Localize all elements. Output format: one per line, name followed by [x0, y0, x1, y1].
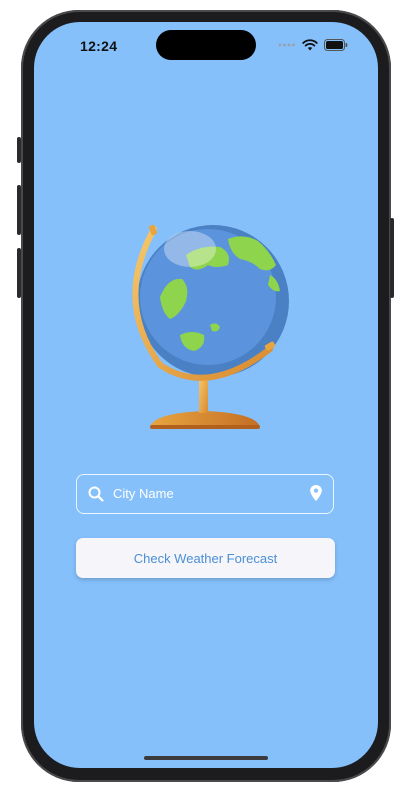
globe-illustration: [132, 224, 289, 429]
mute-switch: [17, 137, 21, 163]
city-name-input[interactable]: [113, 475, 303, 512]
search-icon: [88, 486, 104, 502]
dynamic-island: [156, 30, 256, 60]
wifi-icon: [302, 39, 318, 51]
power-button: [390, 218, 394, 298]
signal-icon: [278, 43, 295, 47]
volume-up-button: [17, 185, 21, 235]
home-indicator[interactable]: [144, 756, 268, 760]
check-weather-forecast-button[interactable]: Check Weather Forecast: [76, 538, 335, 578]
battery-icon: [324, 39, 348, 51]
city-search-field[interactable]: [76, 474, 334, 514]
location-pin-icon[interactable]: [309, 484, 323, 502]
status-time: 12:24: [80, 38, 118, 54]
status-icons: [278, 38, 348, 52]
volume-down-button: [17, 248, 21, 298]
app-screen: 12:24 City Name Check Weather Forecast: [34, 22, 378, 768]
status-bar: 12:24: [34, 22, 378, 70]
